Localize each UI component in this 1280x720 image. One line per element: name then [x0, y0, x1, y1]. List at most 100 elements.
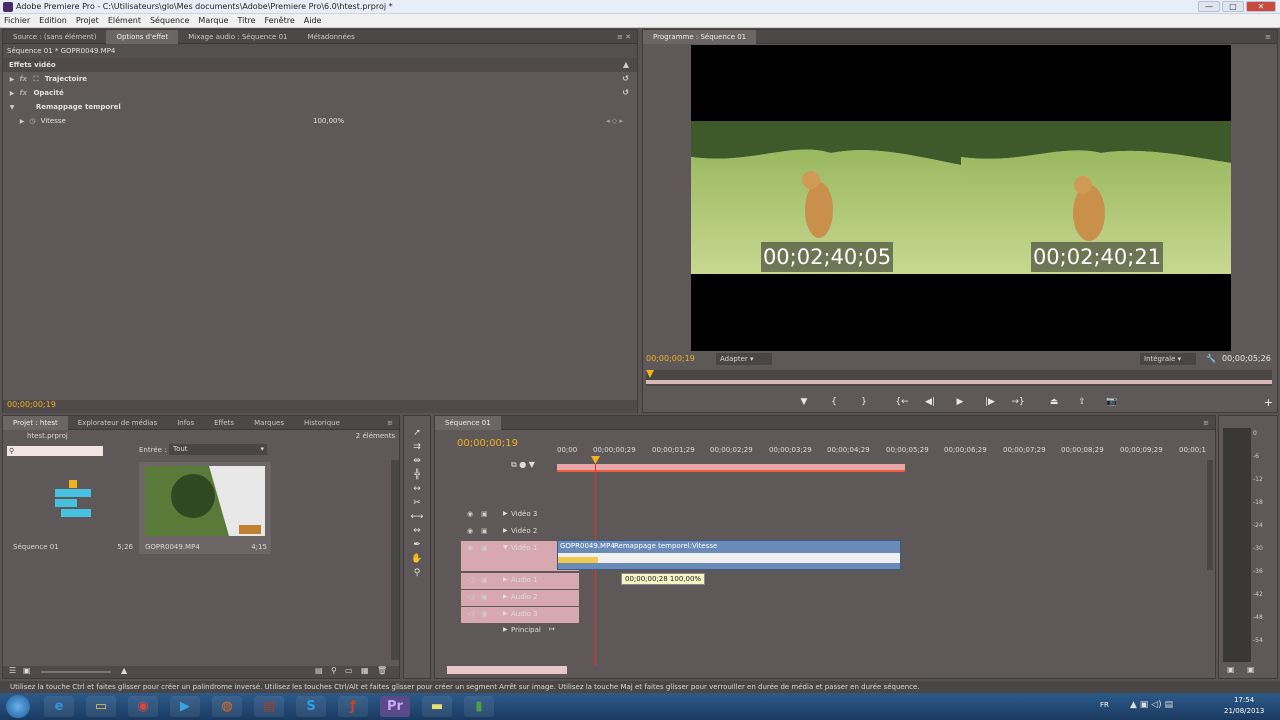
- go-to-out-button[interactable]: →}: [1007, 395, 1029, 409]
- add-marker-icon[interactable]: ▼: [529, 460, 535, 469]
- program-video-frame[interactable]: 00;02;40;05 00;02;40;21: [691, 45, 1231, 351]
- track-select-tool-icon[interactable]: ⇉: [410, 440, 424, 454]
- search-input[interactable]: ⚲: [7, 446, 103, 456]
- lock-icon[interactable]: ▣: [481, 576, 488, 584]
- speed-value[interactable]: 100,00%: [313, 114, 344, 128]
- lock-icon[interactable]: ▣: [481, 544, 488, 552]
- timeline-timecode[interactable]: 00;00;00;19: [457, 438, 518, 449]
- taskbar-flash-icon[interactable]: ƒ: [338, 696, 368, 717]
- effect-row-opacite[interactable]: ▶ fx Opacité ↺: [3, 86, 637, 100]
- tab-effect-options[interactable]: Options d'effet: [106, 29, 179, 44]
- mark-in-button[interactable]: {: [823, 395, 845, 409]
- tab-info[interactable]: Infos: [167, 416, 204, 430]
- track-audio-2[interactable]: ◁) ▣ ▶ Audio 2: [461, 590, 579, 606]
- solo-right-icon[interactable]: ▣: [1247, 665, 1255, 674]
- taskbar-media-player-icon[interactable]: ▶: [170, 696, 200, 717]
- expand-triangle-icon[interactable]: ▶: [7, 87, 17, 101]
- collapse-icon[interactable]: ▲: [623, 58, 629, 72]
- icon-view-icon[interactable]: ▣: [23, 666, 31, 675]
- clip-effect-label[interactable]: Remappage temporel:Vitesse: [614, 542, 717, 550]
- taskbar-winrar-icon[interactable]: ▤: [254, 696, 284, 717]
- menu-sequence[interactable]: Séquence: [150, 16, 189, 25]
- export-frame-button[interactable]: 📷: [1101, 395, 1123, 409]
- tab-project[interactable]: Projet : htest: [3, 415, 68, 430]
- tab-program[interactable]: Programme : Séquence 01: [643, 29, 757, 44]
- find-icon[interactable]: ⚲: [331, 666, 337, 675]
- selection-tool-icon[interactable]: ➚: [410, 426, 424, 440]
- close-button[interactable]: ✕: [1246, 1, 1276, 12]
- delete-icon[interactable]: 🗑: [377, 666, 387, 675]
- maximize-button[interactable]: □: [1222, 1, 1244, 12]
- start-button[interactable]: [6, 695, 30, 718]
- project-item-sequence[interactable]: Séquence 01 5;26: [5, 462, 137, 554]
- entry-dropdown[interactable]: Tout ▾: [169, 444, 267, 455]
- timeline-ruler[interactable]: 00;00 00;00;00;29 00;00;01;29 00;00;02;2…: [557, 446, 1209, 456]
- lift-button[interactable]: ⏏: [1043, 395, 1065, 409]
- go-to-in-button[interactable]: {←: [891, 395, 913, 409]
- zoom-tool-icon[interactable]: ⚲: [410, 566, 424, 580]
- panel-menu-icon[interactable]: ≡: [1203, 419, 1209, 427]
- fx-icon[interactable]: fx: [19, 75, 27, 83]
- effect-row-remappage[interactable]: ▼ Remappage temporel: [3, 100, 637, 114]
- hand-tool-icon[interactable]: ✋: [410, 552, 424, 566]
- effects-timecode[interactable]: 00;00;00;19: [7, 400, 56, 409]
- language-indicator[interactable]: FR: [1100, 701, 1109, 709]
- menu-element[interactable]: Elément: [108, 16, 141, 25]
- speaker-icon[interactable]: ◁): [467, 610, 475, 618]
- taskbar-camtasia-icon[interactable]: ▮: [464, 696, 494, 717]
- effect-row-trajectoire[interactable]: ▶ fx ⛶ Trajectoire ↺: [3, 72, 637, 86]
- video-clip[interactable]: GOPR0049.MP4 Remappage temporel:Vitesse: [557, 540, 901, 570]
- reset-icon[interactable]: ↺: [622, 86, 629, 100]
- track-audio-3[interactable]: ◁) ▣ ▶ Audio 3: [461, 607, 579, 623]
- program-scrubber[interactable]: [646, 370, 1272, 386]
- expand-triangle-icon[interactable]: ▶: [7, 73, 17, 87]
- playhead-marker[interactable]: [646, 370, 654, 378]
- menu-marque[interactable]: Marque: [198, 16, 228, 25]
- zoom-slider[interactable]: [41, 671, 111, 673]
- track-audio-1[interactable]: ◁) ▣ ▶ Audio 1: [461, 573, 579, 589]
- lock-icon[interactable]: ▣: [481, 527, 488, 535]
- project-scrollbar[interactable]: [391, 460, 399, 660]
- panel-menu-icon[interactable]: ≡: [1265, 33, 1271, 41]
- panel-menu-icon[interactable]: ≡: [387, 419, 393, 427]
- expand-triangle-icon[interactable]: ▶: [503, 626, 508, 633]
- clip-speed-graph[interactable]: [558, 553, 900, 563]
- project-item-clip[interactable]: GOPR0049.MP4 4;15: [139, 462, 271, 554]
- reset-icon[interactable]: ↺: [622, 72, 629, 86]
- speaker-icon[interactable]: ◁): [467, 593, 475, 601]
- timeline-zoom-scrollbar[interactable]: [447, 666, 567, 674]
- fx-icon[interactable]: fx: [19, 89, 27, 97]
- taskbar-notes-icon[interactable]: ▬: [422, 696, 452, 717]
- list-view-icon[interactable]: ☰: [9, 666, 16, 675]
- tab-source[interactable]: Source : (sans élément): [3, 30, 106, 44]
- tab-audio-mixer[interactable]: Mixage audio : Séquence 01: [178, 30, 297, 44]
- collapse-triangle-icon[interactable]: ▼: [7, 101, 17, 115]
- tab-metadata[interactable]: Métadonnées: [298, 30, 365, 44]
- snap-icon[interactable]: ⧉: [511, 460, 517, 469]
- expand-triangle-icon[interactable]: ▶: [503, 576, 508, 583]
- taskbar-skype-icon[interactable]: S: [296, 696, 326, 717]
- panel-menu-icon[interactable]: ≡ ✕: [617, 33, 631, 41]
- mark-out-button[interactable]: }: [853, 395, 875, 409]
- tray-icons[interactable]: ▲ ▣ ◁) ▤: [1130, 700, 1173, 710]
- eye-icon[interactable]: ◉: [467, 527, 473, 535]
- rate-stretch-tool-icon[interactable]: ↔: [410, 482, 424, 496]
- expand-triangle-icon[interactable]: ▶: [503, 510, 508, 517]
- stopwatch-icon[interactable]: ◷: [29, 117, 35, 125]
- tab-effects[interactable]: Effets: [204, 416, 244, 430]
- expand-triangle-icon[interactable]: ▶: [503, 593, 508, 600]
- extract-button[interactable]: ⇪: [1071, 395, 1093, 409]
- keyframe-nav-icon[interactable]: ◂ ◇ ▸: [606, 114, 623, 128]
- expand-triangle-icon[interactable]: ▶: [17, 115, 27, 129]
- wrench-icon[interactable]: 🔧: [1206, 354, 1216, 363]
- taskbar-firefox-icon[interactable]: ◍: [212, 696, 242, 717]
- menu-titre[interactable]: Titre: [237, 16, 255, 25]
- clock-time[interactable]: 17:54: [1234, 696, 1254, 704]
- tab-history[interactable]: Historique: [294, 416, 350, 430]
- play-button[interactable]: ▶: [949, 395, 971, 409]
- pen-tool-icon[interactable]: ✒: [410, 538, 424, 552]
- tab-media-browser[interactable]: Explorateur de médias: [68, 416, 167, 430]
- lock-icon[interactable]: ▣: [481, 510, 488, 518]
- fit-dropdown[interactable]: Adapter ▾: [716, 353, 772, 365]
- track-master[interactable]: ▶ Principal ↦: [461, 623, 579, 639]
